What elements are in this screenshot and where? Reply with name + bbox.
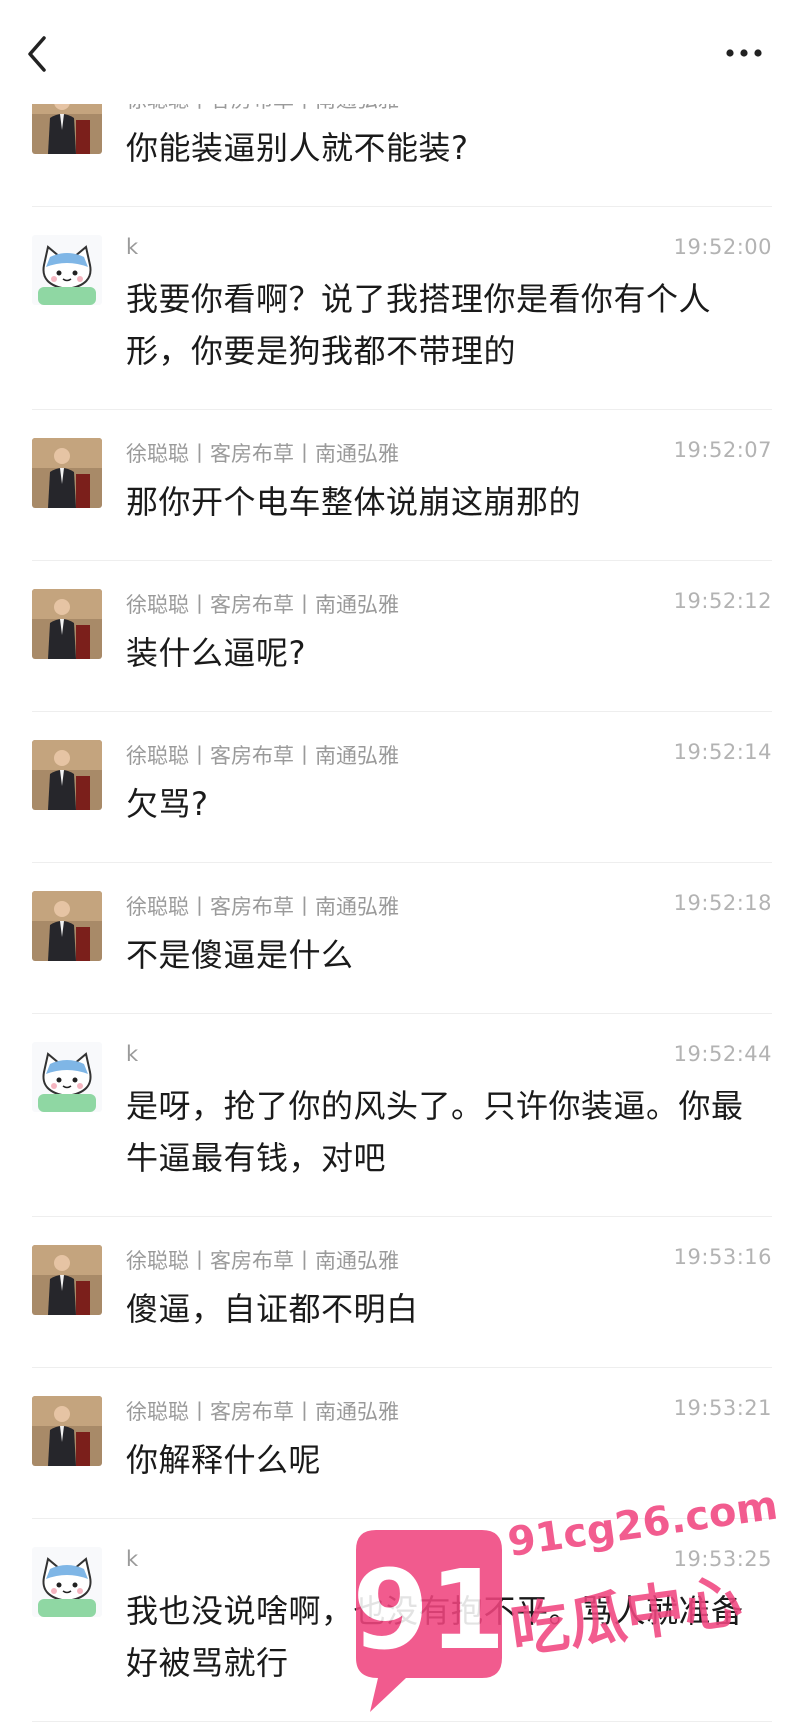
list-item[interactable]: k 19:52:00 我要你看啊？说了我搭理你是看你有个人形，你要是狗我都不带理… xyxy=(32,207,772,410)
list-item[interactable]: 徐聪聪丨客房布草丨南通弘雅 19:53:16 傻逼，自证都不明白 xyxy=(32,1217,772,1368)
watermark-logo: 91 91cg26.com 吃瓜中心 xyxy=(352,1483,781,1712)
message-time: 19:53:16 xyxy=(673,1245,772,1269)
top-bar xyxy=(0,0,800,104)
message-text: 你解释什么呢 xyxy=(126,1441,322,1479)
message-meta: 徐聪聪丨客房布草丨南通弘雅 19:53:16 xyxy=(126,1245,772,1277)
message-text: 那你开个电车整体说崩这崩那的 xyxy=(126,483,582,521)
message-text: 傻逼，自证都不明白 xyxy=(126,1290,419,1328)
more-dots-icon[interactable] xyxy=(724,44,764,62)
chat-history-list: 徐聪聪丨客房布草丨南通弘雅 19:51:48 你能装逼别人就不能装? k 19:… xyxy=(0,56,800,1722)
chevron-left-icon[interactable] xyxy=(22,32,56,76)
sender-name: 徐聪聪丨客房布草丨南通弘雅 xyxy=(126,744,399,768)
avatar xyxy=(32,235,102,305)
message-text: 你能装逼别人就不能装? xyxy=(126,129,469,167)
message-meta: k 19:52:00 xyxy=(126,235,772,267)
sender-name: 徐聪聪丨客房布草丨南通弘雅 xyxy=(126,1400,399,1424)
cat-avatar-icon xyxy=(32,235,102,305)
message-text: 欠骂? xyxy=(126,785,209,823)
list-item[interactable]: k 19:52:44 是呀，抢了你的风头了。只许你装逼。你最牛逼最有钱，对吧 xyxy=(32,1014,772,1217)
sender-name: 徐聪聪丨客房布草丨南通弘雅 xyxy=(126,593,399,617)
cat-avatar-icon xyxy=(32,1042,102,1112)
avatar xyxy=(32,438,102,508)
message-text: 我要你看啊？说了我搭理你是看你有个人形，你要是狗我都不带理的 xyxy=(126,280,712,370)
sender-name: 徐聪聪丨客房布草丨南通弘雅 xyxy=(126,895,399,919)
message-meta: 徐聪聪丨客房布草丨南通弘雅 19:52:12 xyxy=(126,589,772,621)
message-meta: 徐聪聪丨客房布草丨南通弘雅 19:52:18 xyxy=(126,891,772,923)
message-time: 19:52:00 xyxy=(673,235,772,259)
list-item[interactable]: 徐聪聪丨客房布草丨南通弘雅 19:52:14 欠骂? xyxy=(32,712,772,863)
man-photo-icon xyxy=(32,589,102,659)
message-text: 装什么逼呢? xyxy=(126,634,306,672)
list-item[interactable]: 徐聪聪丨客房布草丨南通弘雅 19:52:07 那你开个电车整体说崩这崩那的 xyxy=(32,410,772,561)
sender-name: k xyxy=(126,235,139,259)
message-text: 不是傻逼是什么 xyxy=(126,936,354,974)
list-item[interactable]: 徐聪聪丨客房布草丨南通弘雅 19:52:18 不是傻逼是什么 xyxy=(32,863,772,1014)
svg-text:吃瓜中心: 吃瓜中心 xyxy=(506,1566,745,1666)
message-meta: 徐聪聪丨客房布草丨南通弘雅 19:52:14 xyxy=(126,740,772,772)
avatar xyxy=(32,1547,102,1617)
man-photo-icon xyxy=(32,438,102,508)
man-photo-icon xyxy=(32,891,102,961)
list-item[interactable]: 徐聪聪丨客房布草丨南通弘雅 19:52:12 装什么逼呢? xyxy=(32,561,772,712)
avatar xyxy=(32,891,102,961)
sender-name: k xyxy=(126,1547,139,1571)
message-time: 19:52:14 xyxy=(673,740,772,764)
message-time: 19:52:18 xyxy=(673,891,772,915)
cat-avatar-icon xyxy=(32,1547,102,1617)
avatar xyxy=(32,740,102,810)
message-meta: 徐聪聪丨客房布草丨南通弘雅 19:52:07 xyxy=(126,438,772,470)
sender-name: 徐聪聪丨客房布草丨南通弘雅 xyxy=(126,442,399,466)
message-time: 19:52:12 xyxy=(673,589,772,613)
avatar xyxy=(32,1396,102,1466)
svg-text:91cg26.com: 91cg26.com xyxy=(505,1483,781,1566)
svg-text:91: 91 xyxy=(352,1546,505,1674)
sender-name: k xyxy=(126,1042,139,1066)
watermark-badge: 91 xyxy=(352,1530,506,1712)
message-time: 19:52:07 xyxy=(673,438,772,462)
message-text: 是呀，抢了你的风头了。只许你装逼。你最牛逼最有钱，对吧 xyxy=(126,1087,744,1177)
man-photo-icon xyxy=(32,740,102,810)
avatar xyxy=(32,1245,102,1315)
man-photo-icon xyxy=(32,1245,102,1315)
avatar xyxy=(32,589,102,659)
message-time: 19:52:44 xyxy=(673,1042,772,1066)
message-meta: k 19:52:44 xyxy=(126,1042,772,1074)
message-time: 19:53:21 xyxy=(673,1396,772,1420)
message-meta: 徐聪聪丨客房布草丨南通弘雅 19:53:21 xyxy=(126,1396,772,1428)
sender-name: 徐聪聪丨客房布草丨南通弘雅 xyxy=(126,1249,399,1273)
avatar xyxy=(32,1042,102,1112)
man-photo-icon xyxy=(32,1396,102,1466)
